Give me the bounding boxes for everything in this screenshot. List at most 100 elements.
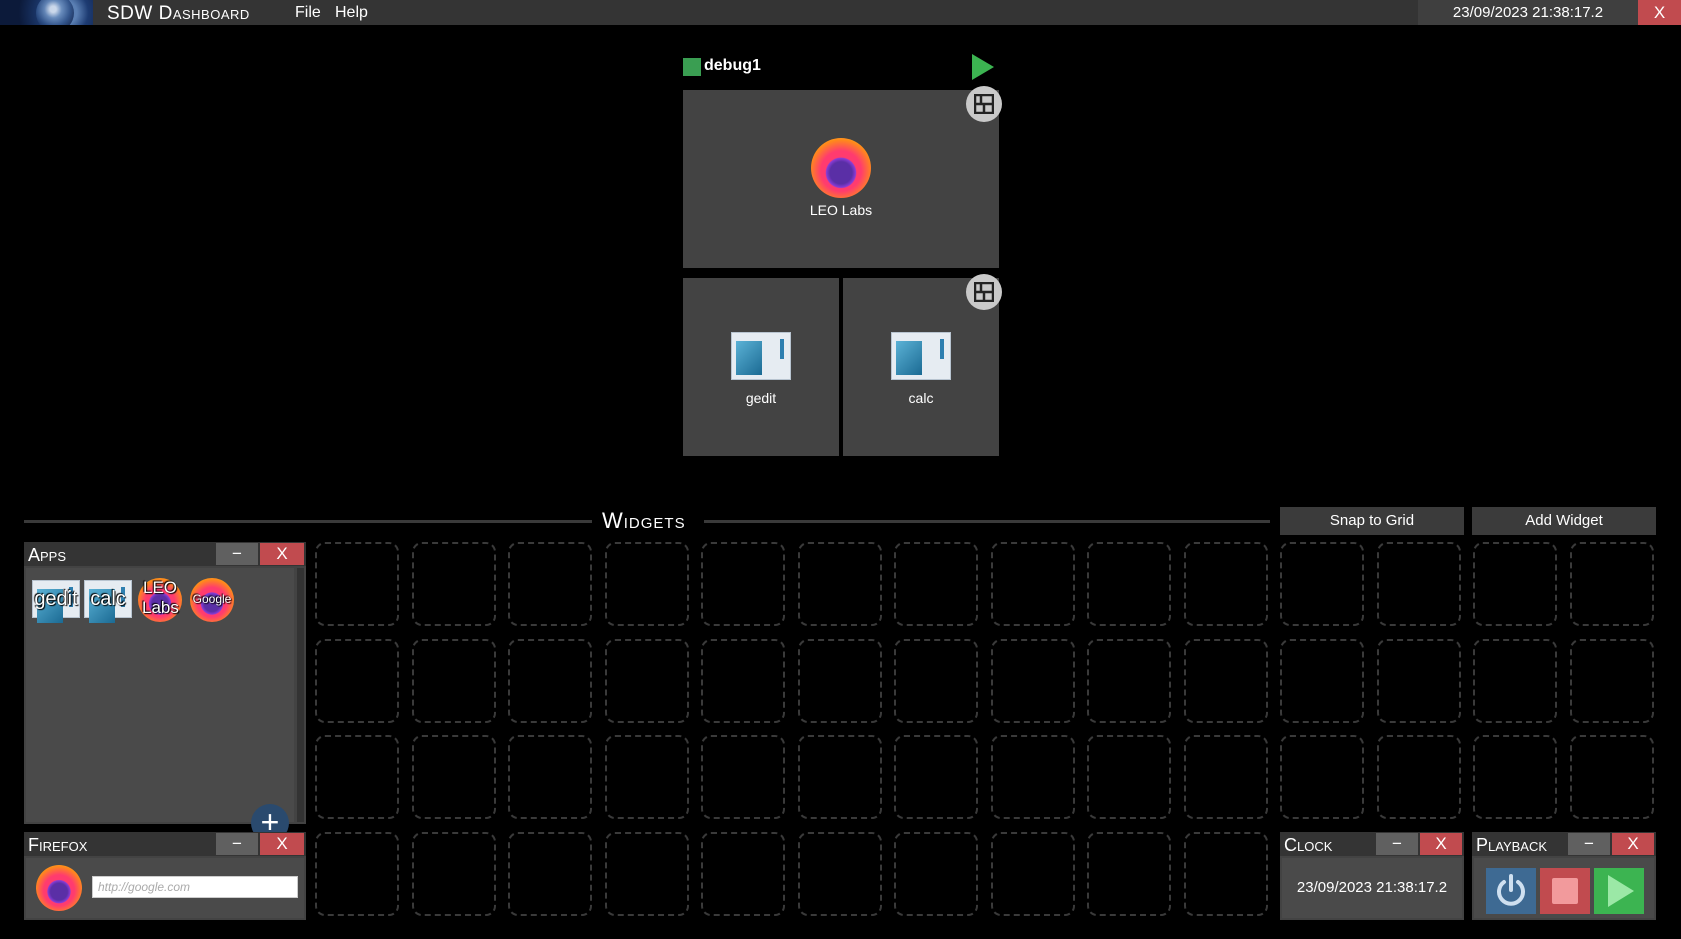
panel-header[interactable]: Apps − X: [24, 542, 306, 566]
grid-cell[interactable]: [508, 832, 592, 916]
grid-cell[interactable]: [1280, 639, 1364, 723]
app-item-leo-labs[interactable]: LEO Labs: [136, 576, 184, 624]
grid-cell[interactable]: [1280, 735, 1364, 819]
app-item-gedit[interactable]: gedit: [32, 576, 80, 624]
grid-cell[interactable]: [412, 542, 496, 626]
grid-cell[interactable]: [1087, 735, 1171, 819]
grid-cell[interactable]: [701, 639, 785, 723]
grid-cell[interactable]: [701, 832, 785, 916]
grid-cell[interactable]: [508, 639, 592, 723]
grid-cell[interactable]: [1377, 735, 1461, 819]
clock-widget: Clock − X 23/09/2023 21:38:17.2: [1280, 832, 1464, 920]
close-button[interactable]: X: [1420, 833, 1462, 855]
firefox-icon: [811, 138, 871, 198]
grid-cell[interactable]: [798, 832, 882, 916]
app-label: Google: [192, 592, 232, 606]
grid-cell[interactable]: [1570, 542, 1654, 626]
snap-to-grid-button[interactable]: Snap to Grid: [1280, 507, 1464, 535]
grid-cell[interactable]: [798, 639, 882, 723]
firefox-icon[interactable]: [36, 865, 82, 911]
close-button[interactable]: X: [1638, 0, 1681, 25]
apps-widget: Apps − X gedit calc LEO Labs Google +: [24, 542, 306, 842]
stop-icon: [1552, 878, 1578, 904]
minimize-button[interactable]: −: [216, 833, 258, 855]
grid-cell[interactable]: [1184, 639, 1268, 723]
grid-cell[interactable]: [1377, 639, 1461, 723]
grid-cell[interactable]: [701, 735, 785, 819]
grid-cell[interactable]: [1570, 639, 1654, 723]
scrollbar[interactable]: [297, 568, 304, 822]
grid-cell[interactable]: [1473, 542, 1557, 626]
menu-help[interactable]: Help: [335, 4, 368, 22]
tile-label: gedit: [745, 390, 777, 406]
grid-cell[interactable]: [1473, 639, 1557, 723]
add-widget-button[interactable]: Add Widget: [1472, 507, 1656, 535]
grid-cell[interactable]: [1473, 735, 1557, 819]
play-button[interactable]: [1594, 868, 1644, 914]
grid-cell[interactable]: [991, 735, 1075, 819]
grid-cell[interactable]: [315, 542, 399, 626]
panel-title: Apps: [28, 545, 67, 565]
grid-cell[interactable]: [991, 542, 1075, 626]
playback-body: [1474, 858, 1654, 918]
grid-cell[interactable]: [798, 735, 882, 819]
grid-cell[interactable]: [894, 639, 978, 723]
app-item-google[interactable]: Google: [188, 576, 236, 624]
app-item-calc[interactable]: calc: [84, 576, 132, 624]
grid-cell[interactable]: [605, 735, 689, 819]
grid-cell[interactable]: [894, 832, 978, 916]
grid-cell[interactable]: [412, 832, 496, 916]
stop-button[interactable]: [1540, 868, 1590, 914]
grid-cell[interactable]: [894, 735, 978, 819]
close-button[interactable]: X: [260, 543, 304, 565]
grid-cell[interactable]: [894, 542, 978, 626]
panel-header[interactable]: Clock − X: [1280, 832, 1464, 856]
panel-title: Firefox: [28, 835, 88, 855]
grid-cell[interactable]: [508, 542, 592, 626]
grid-cell[interactable]: [991, 832, 1075, 916]
grid-cell[interactable]: [1087, 639, 1171, 723]
grid-cell[interactable]: [991, 639, 1075, 723]
close-button[interactable]: X: [260, 833, 304, 855]
grid-cell[interactable]: [701, 542, 785, 626]
display-status-indicator: [683, 58, 701, 76]
panel-header[interactable]: Playback − X: [1472, 832, 1656, 856]
grid-cell[interactable]: [1087, 542, 1171, 626]
layout-icon[interactable]: [966, 86, 1002, 122]
grid-cell[interactable]: [1087, 832, 1171, 916]
clock-time: 23/09/2023 21:38:17.2: [1296, 879, 1448, 896]
window-icon: [731, 332, 791, 380]
play-icon[interactable]: [972, 54, 994, 80]
grid-cell[interactable]: [1184, 735, 1268, 819]
display-tile-leo-labs[interactable]: LEO Labs: [683, 90, 999, 268]
menu-file[interactable]: File: [295, 4, 321, 22]
grid-cell[interactable]: [1570, 735, 1654, 819]
clock-body: 23/09/2023 21:38:17.2: [1282, 858, 1462, 918]
minimize-button[interactable]: −: [1376, 833, 1418, 855]
url-input[interactable]: [92, 876, 298, 898]
grid-cell[interactable]: [1184, 832, 1268, 916]
power-button[interactable]: [1486, 868, 1536, 914]
display-tile-gedit[interactable]: gedit: [683, 278, 839, 456]
display-name: debug1: [704, 57, 761, 74]
grid-cell[interactable]: [1280, 542, 1364, 626]
close-button[interactable]: X: [1612, 833, 1654, 855]
minimize-button[interactable]: −: [216, 543, 258, 565]
grid-cell[interactable]: [315, 735, 399, 819]
grid-cell[interactable]: [412, 639, 496, 723]
grid-cell[interactable]: [412, 735, 496, 819]
grid-cell[interactable]: [315, 832, 399, 916]
app-title: SDW Dashboard: [107, 3, 250, 24]
grid-cell[interactable]: [605, 832, 689, 916]
grid-cell[interactable]: [605, 639, 689, 723]
grid-cell[interactable]: [315, 639, 399, 723]
minimize-button[interactable]: −: [1568, 833, 1610, 855]
grid-cell[interactable]: [798, 542, 882, 626]
layout-icon[interactable]: [966, 274, 1002, 310]
grid-cell[interactable]: [1377, 542, 1461, 626]
panel-header[interactable]: Firefox − X: [24, 832, 306, 856]
grid-cell[interactable]: [1184, 542, 1268, 626]
grid-cell[interactable]: [508, 735, 592, 819]
grid-cell[interactable]: [605, 542, 689, 626]
firefox-widget: Firefox − X: [24, 832, 306, 920]
